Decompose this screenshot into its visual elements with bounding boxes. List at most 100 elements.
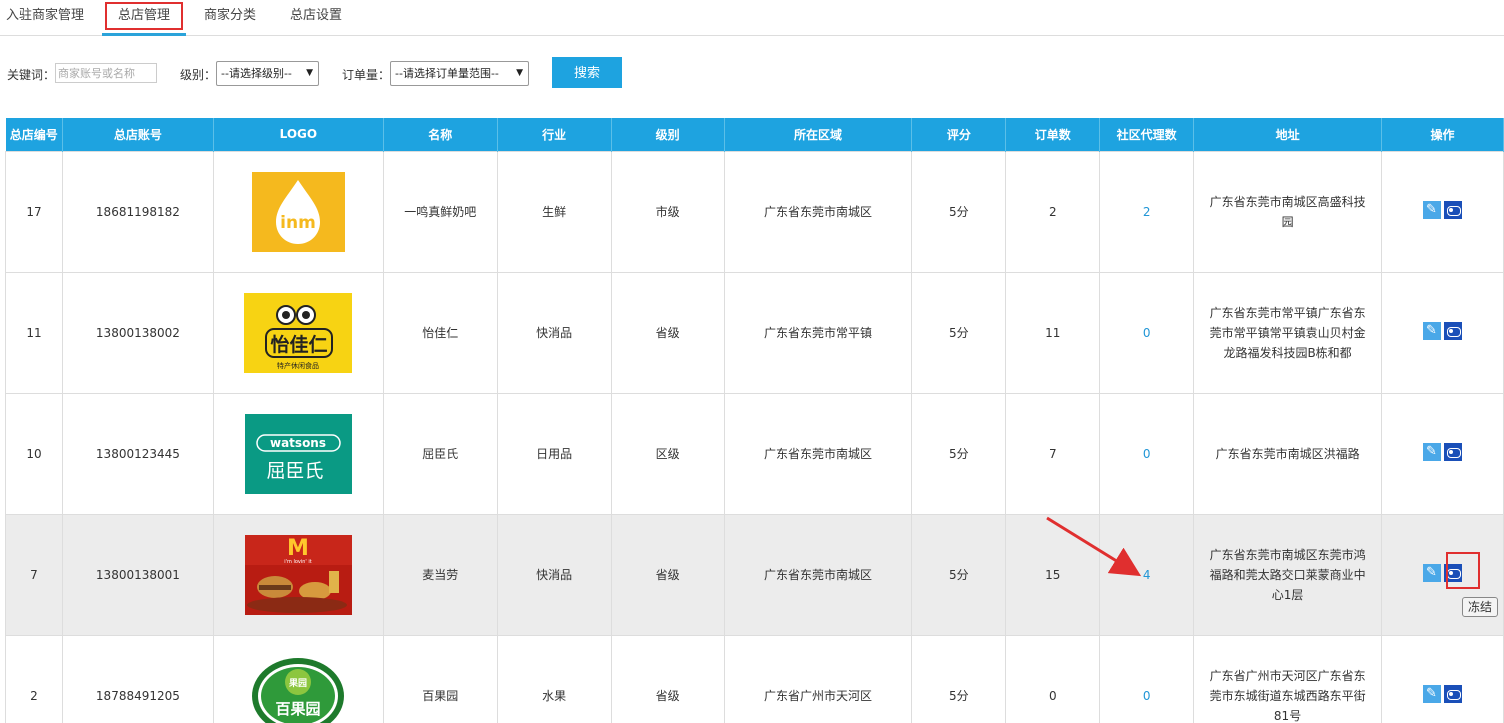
cell-address: 广东省广州市天河区广东省东莞市东城街道东城西路东平街81号 (1193, 634, 1382, 723)
cell-id: 17 (5, 150, 63, 273)
cell-region: 广东省东莞市南城区 (723, 150, 913, 273)
cell-actions (1381, 271, 1504, 394)
cell-level: 区级 (610, 392, 725, 515)
cell-name: 麦当劳 (382, 513, 498, 636)
orders-select[interactable]: --请选择订单量范围-- ▼ (390, 61, 529, 86)
cell-orders: 11 (1005, 271, 1101, 394)
cell-account: 13800138001 (61, 513, 214, 636)
cell-level: 省级 (610, 513, 725, 636)
cell-industry: 水果 (496, 634, 612, 723)
cell-orders: 0 (1005, 634, 1101, 723)
col-header: 操作 (1381, 118, 1504, 151)
cell-agents: 0 (1099, 271, 1195, 394)
keyword-label: 关键词： (7, 68, 56, 82)
col-header: 社区代理数 (1099, 118, 1195, 151)
table-row: 10 13800123445 watsons 屈臣氏 屈臣氏 日用品 区级 广东… (5, 392, 1504, 515)
cell-rating: 5分 (911, 392, 1007, 515)
cell-industry: 快消品 (496, 513, 612, 636)
edit-icon[interactable] (1423, 201, 1441, 219)
tab-headquarters-management[interactable]: 总店管理 (102, 0, 186, 36)
cell-region: 广东省东莞市常平镇 (723, 271, 913, 394)
tab-headquarters-settings[interactable]: 总店设置 (282, 0, 350, 36)
cell-actions (1381, 150, 1504, 273)
col-header: 订单数 (1005, 118, 1101, 151)
tab-merchant-category[interactable]: 商家分类 (196, 0, 264, 36)
cell-address: 广东省东莞市南城区高盛科技园 (1193, 150, 1382, 273)
freeze-toggle-icon[interactable] (1444, 322, 1462, 340)
cell-address: 广东省东莞市常平镇广东省东莞市常平镇常平镇袁山贝村金龙路福发科技园B栋和都 (1193, 271, 1382, 394)
edit-icon[interactable] (1423, 443, 1441, 461)
freeze-toggle-icon[interactable] (1444, 564, 1462, 582)
inm-logo: inm (251, 171, 345, 252)
agent-count-link[interactable]: 2 (1143, 205, 1151, 219)
agent-count-link[interactable]: 0 (1143, 689, 1151, 703)
tab-merchant-management[interactable]: 入驻商家管理 (0, 0, 90, 36)
cell-industry: 快消品 (496, 271, 612, 394)
svg-text:屈臣氏: 屈臣氏 (266, 460, 323, 482)
cell-id: 2 (5, 634, 63, 723)
freeze-tooltip: 冻结 (1462, 597, 1498, 617)
freeze-toggle-icon[interactable] (1444, 443, 1462, 461)
top-tabs: 入驻商家管理 总店管理 商家分类 总店设置 (0, 0, 1504, 36)
filter-bar: 关键词： 级别： --请选择级别--▼ 订单量： --请选择订单量范围--▼ 搜… (0, 57, 1504, 89)
table-header-row: 总店编号 总店账号 LOGO 名称 行业 级别 所在区域 评分 订单数 社区代理… (5, 118, 1504, 151)
svg-text:果园: 果园 (288, 678, 307, 689)
cell-account: 18681198182 (61, 150, 214, 273)
cell-rating: 5分 (911, 513, 1007, 636)
cell-agents: 2 (1099, 150, 1195, 273)
cell-region: 广东省东莞市南城区 (723, 392, 913, 515)
table-row: 11 13800138002 怡佳仁 特产休闲食品 怡佳仁 快消品 省级 广东省… (5, 271, 1504, 394)
cell-address: 广东省东莞市南城区洪福路 (1193, 392, 1382, 515)
mcdonalds-logo-graphic: M i'm lovin' it (244, 534, 352, 613)
cell-orders: 2 (1005, 150, 1101, 273)
chevron-down-icon: ▼ (516, 68, 523, 78)
table-row: 2 18788491205 果园 百果园 百果园 水果 省级 广东省广州市天河区 (5, 634, 1504, 723)
col-header: LOGO (213, 118, 384, 151)
cell-industry: 日用品 (496, 392, 612, 515)
cell-region: 广东省东莞市南城区 (723, 513, 913, 636)
cell-logo: 怡佳仁 特产休闲食品 (212, 271, 384, 394)
watsons-logo: watsons 屈臣氏 (244, 413, 352, 494)
chevron-down-icon: ▼ (306, 68, 313, 78)
agent-count-link[interactable]: 0 (1143, 326, 1151, 340)
svg-text:i'm lovin' it: i'm lovin' it (284, 559, 312, 565)
table-row: 17 18681198182 inm 一鸣真鲜奶吧 生鲜 市级 广东省东莞市南城… (5, 150, 1504, 273)
table-row: 7 13800138001 M i'm lovin' it 麦当劳 快消品 省级… (5, 513, 1504, 636)
freeze-toggle-icon[interactable] (1444, 201, 1462, 219)
level-select[interactable]: --请选择级别-- ▼ (216, 61, 319, 86)
keyword-input[interactable] (55, 63, 157, 83)
cell-agents: 0 (1099, 634, 1195, 723)
watsons-logo-graphic: watsons 屈臣氏 (256, 433, 341, 482)
cell-name: 屈臣氏 (382, 392, 498, 515)
edit-icon[interactable] (1423, 564, 1441, 582)
cell-account: 13800123445 (61, 392, 214, 515)
yijiaren-logo: 怡佳仁 特产休闲食品 (244, 292, 353, 373)
edit-icon[interactable] (1423, 322, 1441, 340)
svg-text:百果园: 百果园 (276, 700, 321, 718)
cell-name: 一鸣真鲜奶吧 (382, 150, 498, 273)
cell-rating: 5分 (911, 150, 1007, 273)
cell-level: 省级 (610, 634, 725, 723)
cell-agents: 4 (1099, 513, 1195, 636)
search-button[interactable]: 搜索 (552, 57, 622, 88)
col-header: 行业 (497, 118, 612, 151)
level-label: 级别： (180, 68, 217, 82)
agent-count-link[interactable]: 0 (1143, 447, 1151, 461)
orders-label: 订单量： (342, 68, 391, 82)
mcdonalds-logo: M i'm lovin' it (244, 534, 352, 615)
edit-icon[interactable] (1423, 685, 1441, 703)
cell-logo: 果园 百果园 (212, 634, 384, 723)
svg-text:M: M (287, 536, 309, 561)
cell-account: 13800138002 (61, 271, 214, 394)
cell-actions (1381, 634, 1504, 723)
cell-id: 7 (5, 513, 63, 636)
svg-text:watsons: watsons (270, 436, 326, 450)
agent-count-link[interactable]: 4 (1143, 568, 1151, 582)
col-header: 地址 (1193, 118, 1382, 151)
freeze-toggle-icon[interactable] (1444, 685, 1462, 703)
col-header: 级别 (611, 118, 725, 151)
col-header: 评分 (911, 118, 1007, 151)
cell-level: 市级 (610, 150, 725, 273)
baiguoyuan-logo: 果园 百果园 (250, 656, 346, 723)
cell-level: 省级 (610, 271, 725, 394)
